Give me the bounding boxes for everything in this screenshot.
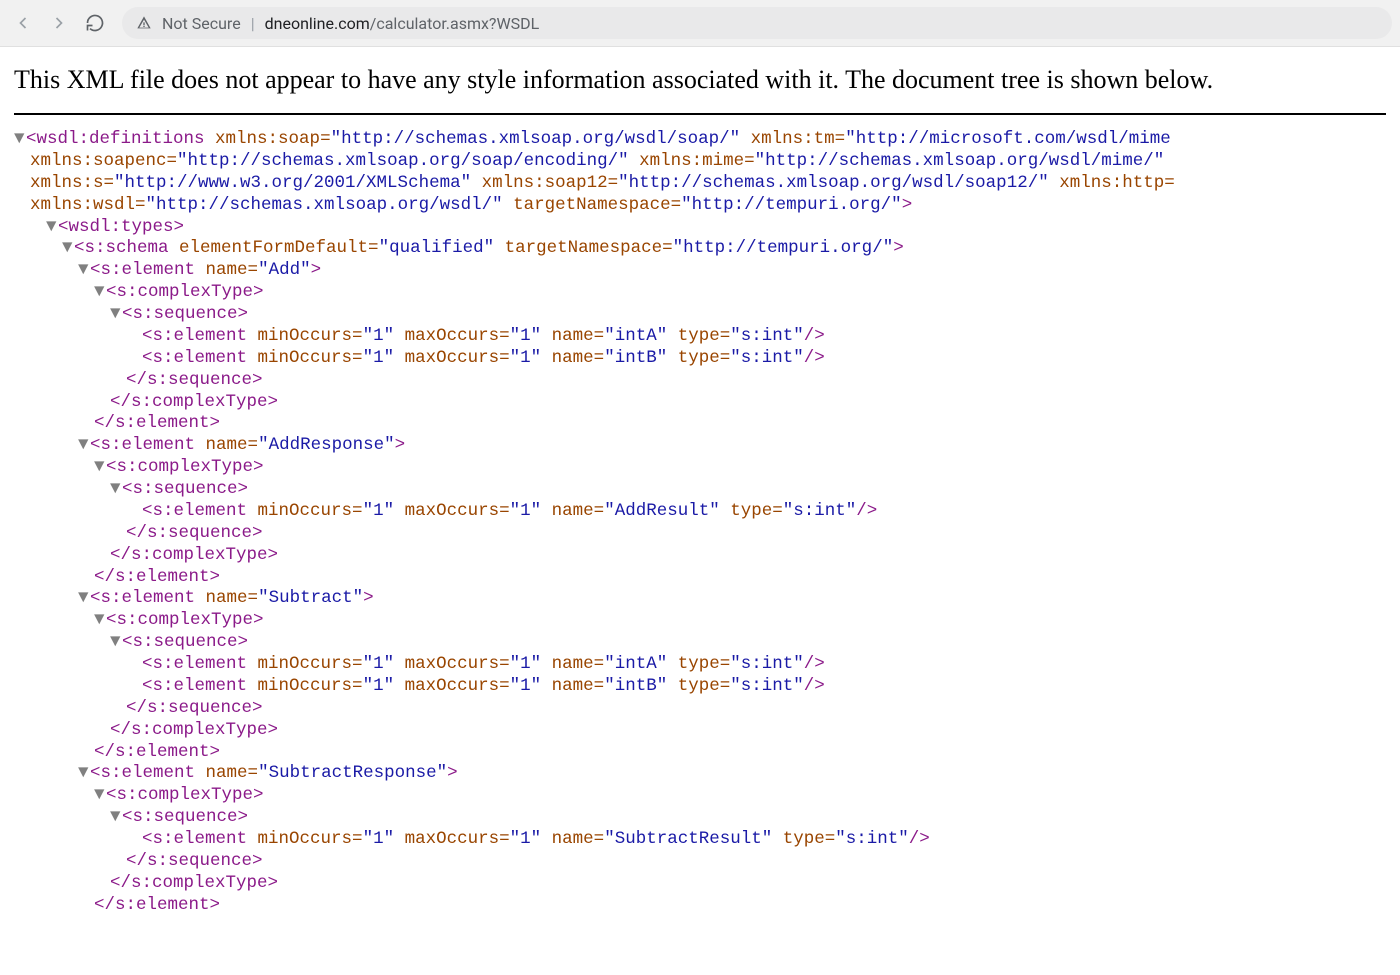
xml-leaf: <s:element minOccurs="1" maxOccurs="1" n… bbox=[14, 829, 1400, 851]
collapse-toggle-icon[interactable]: ▼ bbox=[46, 217, 58, 239]
address-bar[interactable]: Not Secure | dneonline.com/calculator.as… bbox=[122, 7, 1392, 39]
xml-node[interactable]: ▼<s:element name="Add"> bbox=[14, 260, 1400, 282]
xml-node[interactable]: ▼<s:sequence> bbox=[14, 807, 1400, 829]
xml-notice: This XML file does not appear to have an… bbox=[14, 65, 1386, 115]
xml-node[interactable]: ▼<s:sequence> bbox=[14, 479, 1400, 501]
xml-close: </s:complexType> bbox=[14, 392, 1400, 414]
collapse-toggle-icon[interactable]: ▼ bbox=[110, 632, 122, 654]
xml-close: </s:element> bbox=[14, 742, 1400, 764]
xml-close: </s:element> bbox=[14, 567, 1400, 589]
xml-close: </s:sequence> bbox=[14, 370, 1400, 392]
divider: | bbox=[251, 14, 255, 33]
xml-close: </s:sequence> bbox=[14, 851, 1400, 873]
collapse-toggle-icon[interactable]: ▼ bbox=[110, 479, 122, 501]
xml-leaf: <s:element minOccurs="1" maxOccurs="1" n… bbox=[14, 501, 1400, 523]
collapse-toggle-icon[interactable]: ▼ bbox=[110, 807, 122, 829]
xml-close: </s:element> bbox=[14, 895, 1400, 917]
xml-node[interactable]: ▼<wsdl:types> bbox=[14, 217, 1400, 239]
xml-node[interactable]: ▼<s:element name="AddResponse"> bbox=[14, 435, 1400, 457]
url-text: dneonline.com/calculator.asmx?WSDL bbox=[265, 14, 540, 33]
xml-node[interactable]: ▼<s:element name="SubtractResponse"> bbox=[14, 763, 1400, 785]
collapse-toggle-icon[interactable]: ▼ bbox=[14, 129, 26, 151]
back-button[interactable] bbox=[8, 8, 38, 38]
xml-leaf: <s:element minOccurs="1" maxOccurs="1" n… bbox=[14, 348, 1400, 370]
xml-node[interactable]: ▼<s:complexType> bbox=[14, 457, 1400, 479]
collapse-toggle-icon[interactable]: ▼ bbox=[78, 260, 90, 282]
xml-node[interactable]: ▼<s:complexType> bbox=[14, 785, 1400, 807]
collapse-toggle-icon[interactable]: ▼ bbox=[78, 588, 90, 610]
not-secure-icon bbox=[136, 15, 152, 31]
collapse-toggle-icon[interactable]: ▼ bbox=[62, 238, 74, 260]
xml-node[interactable]: ▼<s:sequence> bbox=[14, 632, 1400, 654]
xml-tree: ▼<wsdl:definitions xmlns:soap="http://sc… bbox=[0, 125, 1400, 957]
xml-node[interactable]: ▼<s:complexType> bbox=[14, 610, 1400, 632]
xml-close: </s:complexType> bbox=[14, 545, 1400, 567]
collapse-toggle-icon[interactable]: ▼ bbox=[94, 282, 106, 304]
collapse-toggle-icon[interactable]: ▼ bbox=[94, 610, 106, 632]
xml-leaf: <s:element minOccurs="1" maxOccurs="1" n… bbox=[14, 676, 1400, 698]
xml-node[interactable]: ▼<s:sequence> bbox=[14, 304, 1400, 326]
xml-node: xmlns:s="http://www.w3.org/2001/XMLSchem… bbox=[14, 173, 1400, 195]
xml-node[interactable]: ▼<s:schema elementFormDefault="qualified… bbox=[14, 238, 1400, 260]
browser-toolbar: Not Secure | dneonline.com/calculator.as… bbox=[0, 0, 1400, 47]
reload-button[interactable] bbox=[80, 8, 110, 38]
xml-close: </s:sequence> bbox=[14, 698, 1400, 720]
collapse-toggle-icon[interactable]: ▼ bbox=[78, 763, 90, 785]
xml-node: xmlns:soapenc="http://schemas.xmlsoap.or… bbox=[14, 151, 1400, 173]
xml-close: </s:element> bbox=[14, 413, 1400, 435]
collapse-toggle-icon[interactable]: ▼ bbox=[78, 435, 90, 457]
xml-node: xmlns:wsdl="http://schemas.xmlsoap.org/w… bbox=[14, 195, 1400, 217]
collapse-toggle-icon[interactable]: ▼ bbox=[94, 457, 106, 479]
xml-close: </s:sequence> bbox=[14, 523, 1400, 545]
reload-icon bbox=[85, 13, 105, 33]
xml-leaf: <s:element minOccurs="1" maxOccurs="1" n… bbox=[14, 654, 1400, 676]
collapse-toggle-icon[interactable]: ▼ bbox=[94, 785, 106, 807]
xml-node[interactable]: ▼<s:element name="Subtract"> bbox=[14, 588, 1400, 610]
xml-node[interactable]: ▼<wsdl:definitions xmlns:soap="http://sc… bbox=[14, 129, 1400, 151]
forward-button[interactable] bbox=[44, 8, 74, 38]
collapse-toggle-icon[interactable]: ▼ bbox=[110, 304, 122, 326]
arrow-right-icon bbox=[49, 13, 69, 33]
arrow-left-icon bbox=[13, 13, 33, 33]
xml-close: </s:complexType> bbox=[14, 873, 1400, 895]
xml-node[interactable]: ▼<s:complexType> bbox=[14, 282, 1400, 304]
xml-leaf: <s:element minOccurs="1" maxOccurs="1" n… bbox=[14, 326, 1400, 348]
xml-close: </s:complexType> bbox=[14, 720, 1400, 742]
security-label: Not Secure bbox=[162, 14, 241, 33]
